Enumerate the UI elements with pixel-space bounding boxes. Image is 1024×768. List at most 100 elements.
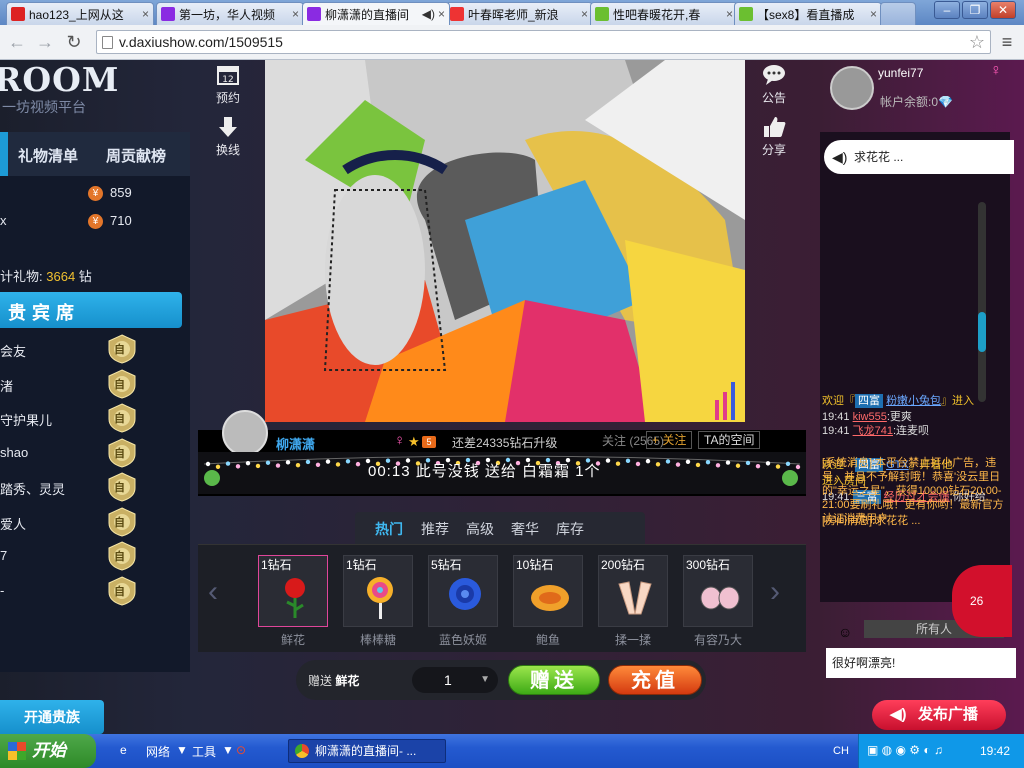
quantity-select[interactable]: 1 ▼	[412, 667, 498, 693]
close-tab-icon[interactable]: ×	[142, 7, 149, 21]
star-icon[interactable]: ☆	[966, 31, 988, 53]
emoji-icon[interactable]: ☺	[838, 624, 852, 640]
menu-icon[interactable]: ≡	[996, 31, 1018, 53]
gift-item[interactable]: 1钻石	[343, 555, 413, 627]
minimize-button[interactable]: –	[934, 1, 960, 19]
browser-tab[interactable]: 【sex8】看直播成 ×	[734, 2, 882, 25]
light-bulb	[625, 458, 631, 464]
network-toolbar[interactable]: 网络	[146, 743, 170, 760]
chat-username: kiw555	[852, 411, 887, 423]
tab-hot[interactable]: 热门	[375, 519, 403, 539]
gift-item[interactable]: 5钻石	[428, 555, 498, 627]
switch-line-button[interactable]: 换线	[208, 116, 248, 158]
host-name[interactable]: 柳潇潇	[276, 434, 315, 453]
language-indicator[interactable]: CH	[833, 745, 849, 757]
broadcast-button[interactable]: ◀) 发布广播	[872, 700, 1006, 730]
tab-weekly-contribution[interactable]: 周贡献榜	[106, 145, 166, 166]
recharge-button[interactable]: 充值	[608, 665, 702, 695]
gift-name: 蓝色妖姬	[438, 633, 487, 647]
taskbar: 开始 e 网络 ▼ 工具 ▼ ⊙ 柳潇潇的直播间- ... CH ▣ ◍ ◉ ⚙…	[0, 734, 1024, 768]
share-button[interactable]: 分享	[754, 116, 794, 158]
dropdown-arrow-icon[interactable]: ▼	[176, 743, 188, 757]
browser-tab[interactable]: 第一坊，华人视频 ×	[156, 2, 304, 25]
vip-row[interactable]: 会友 自	[0, 332, 182, 366]
dropdown-arrow-icon[interactable]: ▼	[222, 743, 234, 757]
follow-button[interactable]: + 关注	[646, 431, 693, 449]
next-gifts-icon[interactable]: ›	[770, 575, 780, 609]
prev-gifts-icon[interactable]: ‹	[208, 575, 218, 609]
vip-name: 踏秀、灵灵	[0, 482, 66, 497]
vip-row[interactable]: 渚自	[0, 367, 182, 401]
vip-name: -	[0, 582, 5, 598]
lollipop-icon	[367, 577, 393, 619]
gift-message: 00:13 此号没钱 送给 白霜霜 1个	[368, 463, 601, 480]
browser-tab[interactable]: hao123_上网从这 ×	[6, 2, 154, 25]
window-close-button[interactable]: ✕	[990, 1, 1016, 19]
gift-price: 1钻石	[346, 558, 377, 572]
reserve-button[interactable]: 12 预约	[208, 64, 248, 106]
tab-luxury[interactable]: 奢华	[511, 519, 539, 539]
tools-toolbar[interactable]: 工具	[192, 743, 216, 760]
address-bar[interactable]: v.daxiushow.com/1509515	[96, 30, 991, 54]
logo-text: ROOM	[0, 60, 120, 99]
online-counter[interactable]: 26	[952, 565, 1012, 637]
close-tab-icon[interactable]: ×	[581, 7, 588, 21]
light-bulb	[205, 461, 211, 467]
user-avatar[interactable]	[830, 66, 874, 110]
forward-icon[interactable]: →	[34, 31, 56, 53]
abalone-icon	[531, 585, 569, 611]
rank-name: x	[0, 213, 7, 228]
gift-item[interactable]: 1钻石	[258, 555, 328, 627]
restore-button[interactable]: ❐	[962, 1, 988, 19]
tab-recommend[interactable]: 推荐	[421, 519, 449, 539]
start-button[interactable]: 开始	[0, 734, 96, 768]
vip-row[interactable]: shao 自	[0, 436, 182, 470]
taskbar-app-chrome[interactable]: 柳潇潇的直播间- ...	[288, 739, 446, 763]
announcement-button[interactable]: 公告	[754, 64, 794, 106]
vip-row[interactable]: 爱人 自	[0, 505, 182, 539]
vip-title: 贵宾席	[8, 303, 80, 323]
tab-advanced[interactable]: 高级	[466, 519, 494, 539]
vip-row[interactable]: 踏秀、灵灵 自	[0, 470, 182, 504]
chat-message: 欢迎『 四富 粉嫩小兔包』进入	[822, 394, 975, 408]
site-favicon-icon	[307, 7, 321, 21]
light-bulb	[765, 461, 771, 466]
live-video[interactable]	[265, 60, 745, 422]
close-tab-icon[interactable]: ×	[438, 7, 445, 21]
gift-item[interactable]: 10钻石	[513, 555, 583, 627]
gift-item[interactable]: 300钻石	[683, 555, 753, 627]
close-tab-icon[interactable]: ×	[292, 7, 299, 21]
vip-name: 会友	[0, 344, 27, 359]
light-bulb	[785, 461, 791, 466]
chat-scrollbar[interactable]	[978, 202, 986, 402]
vip-row[interactable]: -自	[0, 574, 182, 608]
host-avatar[interactable]	[222, 410, 268, 456]
chat-input[interactable]: 很好啊漂亮!	[826, 648, 1016, 678]
gift-item[interactable]: 200钻石	[598, 555, 668, 627]
host-space-button[interactable]: TA的空间	[698, 431, 761, 449]
send-gift-button[interactable]: 赠送	[508, 665, 600, 695]
light-bulb	[275, 463, 281, 468]
browser-tab[interactable]: 叶春晖老师_新浪 ×	[445, 2, 593, 25]
tab-title: 叶春晖老师_新浪	[468, 7, 559, 22]
new-tab-button[interactable]	[880, 2, 916, 25]
back-icon[interactable]: ←	[6, 31, 28, 53]
close-tab-icon[interactable]: ×	[870, 7, 877, 21]
site-logo[interactable]: ROOM 一坊视频平台	[0, 60, 200, 122]
vip-row[interactable]: 7自	[0, 539, 182, 573]
scrollbar-thumb[interactable]	[978, 312, 986, 352]
tab-gift-list[interactable]: 礼物清单	[18, 145, 78, 166]
tray-icons[interactable]: ▣ ◍ ◉ ⚙ ◐ ♫	[867, 743, 943, 757]
join-nobility-button[interactable]: 开通贵族	[0, 700, 104, 734]
ie-icon[interactable]: e	[120, 743, 127, 757]
tab-inventory[interactable]: 库存	[556, 519, 584, 539]
browser-tab-active[interactable]: 柳潇潇的直播间 ◀) ×	[302, 2, 450, 25]
browser-tab[interactable]: 性吧春暖花开,春 ×	[590, 2, 738, 25]
close-tab-icon[interactable]: ×	[726, 7, 733, 21]
search-icon[interactable]: ⊙	[236, 743, 246, 757]
light-bulb	[355, 461, 361, 467]
account-balance: 帐户余额:0💎	[880, 95, 953, 109]
hands-icon	[618, 581, 652, 615]
vip-row[interactable]: 守护果儿 自	[0, 401, 182, 435]
reload-icon[interactable]: ↻	[63, 31, 85, 53]
